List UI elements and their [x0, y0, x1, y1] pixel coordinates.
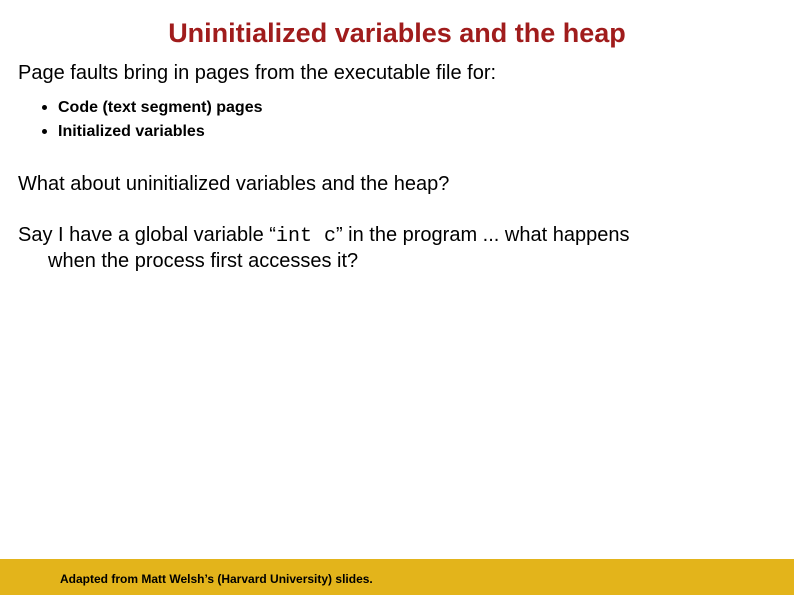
- slide-title: Uninitialized variables and the heap: [0, 0, 794, 59]
- paragraph-2: What about uninitialized variables and t…: [0, 172, 794, 197]
- paragraph-1: Page faults bring in pages from the exec…: [0, 61, 794, 86]
- bullet-list: Code (text segment) pages Initialized va…: [0, 96, 794, 144]
- footer-attribution: Adapted from Matt Welsh’s (Harvard Unive…: [60, 572, 373, 586]
- paragraph-3: Say I have a global variable “int c” in …: [0, 223, 794, 274]
- list-item: Code (text segment) pages: [58, 96, 794, 120]
- p3-text-post: ” in the program ... what happens: [336, 224, 630, 246]
- p3-line2: when the process first accesses it?: [18, 249, 776, 274]
- p3-text-pre: Say I have a global variable “: [18, 224, 276, 246]
- footer-band: Adapted from Matt Welsh’s (Harvard Unive…: [0, 559, 794, 595]
- p3-code: int c: [276, 225, 336, 248]
- list-item: Initialized variables: [58, 120, 794, 144]
